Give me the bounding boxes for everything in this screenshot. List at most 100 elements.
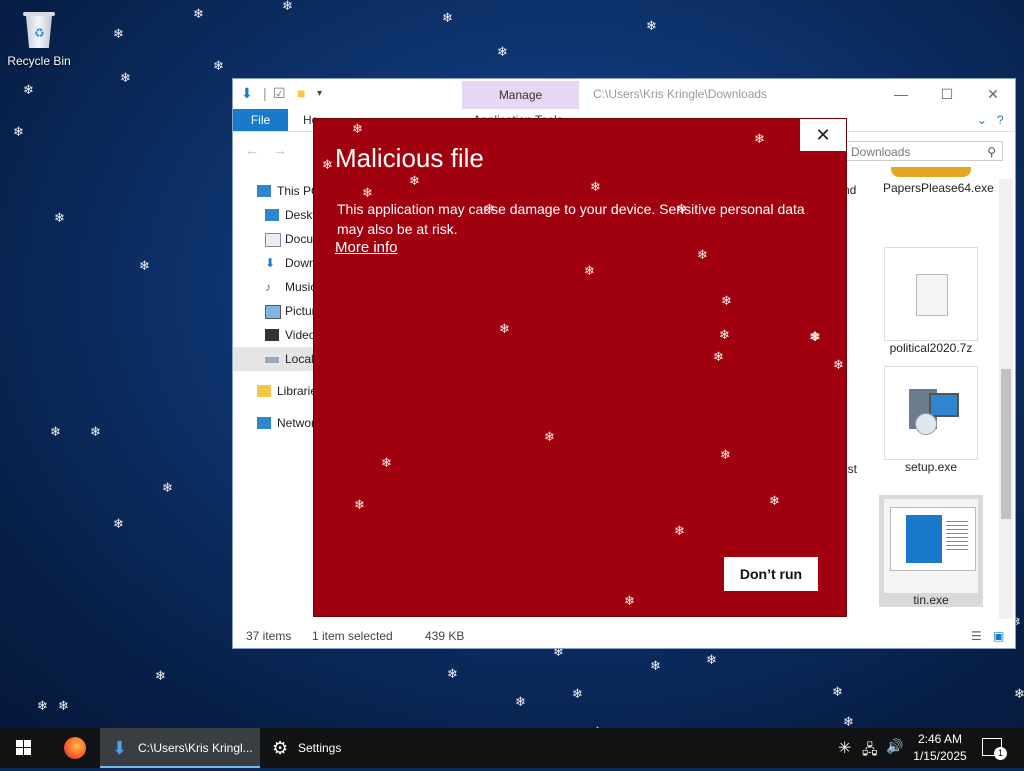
- snowflake-icon: ❄: [13, 125, 24, 140]
- snowflake-icon: ❄: [193, 7, 204, 22]
- maximize-button[interactable]: ☐: [933, 83, 961, 105]
- snowflake-icon: ❄: [442, 11, 453, 26]
- videos-icon: [265, 329, 279, 341]
- snowflake-icon: ❄: [832, 685, 843, 700]
- window-title: C:\Users\Kris Kringle\Downloads: [593, 87, 768, 101]
- app-window-icon: [884, 499, 978, 593]
- new-folder-icon[interactable]: ■: [297, 85, 305, 101]
- installer-icon: [884, 366, 978, 460]
- clock[interactable]: 2:46 AM 1/15/2025: [906, 731, 974, 765]
- recycle-bin-icon: ♻: [21, 8, 57, 50]
- details-view-icon[interactable]: ☰: [971, 624, 982, 648]
- snowflake-icon: ❄: [381, 456, 392, 471]
- recycle-bin[interactable]: ♻ Recycle Bin: [4, 6, 74, 68]
- snowflake-icon: ❄: [843, 715, 854, 728]
- vertical-scrollbar[interactable]: [999, 179, 1013, 619]
- snowflake-icon: ❄: [352, 122, 363, 137]
- snowflake-icon: ❄: [322, 158, 333, 173]
- nav-label: Music: [285, 280, 317, 294]
- snowflake-icon: ❄: [544, 430, 555, 445]
- large-icons-view-icon[interactable]: ▣: [993, 624, 1004, 648]
- snowflake-icon: ❄: [624, 594, 635, 609]
- snowflake-icon: ❄: [497, 45, 508, 60]
- search-placeholder: Downloads: [851, 145, 911, 159]
- computer-icon: [257, 185, 271, 197]
- recycle-bin-label: Recycle Bin: [7, 54, 71, 68]
- pictures-icon: [265, 305, 281, 319]
- dialog-message: This application may cause damage to you…: [337, 201, 805, 237]
- snowflake-icon: ❄: [590, 180, 601, 195]
- taskbar-file-explorer[interactable]: ⬇ C:\Users\Kris Kringl...: [100, 728, 260, 768]
- scrollbar-thumb[interactable]: [1001, 369, 1011, 519]
- snowflake-icon: ❄: [646, 19, 657, 34]
- desktop[interactable]: ❄ ❄ ❄ ❄ ❄ ❄ ❄ ❄ ❄ ❄ ❄ ❄ ❄ ❄ ❄ ❄ ❄ ❄ ❄ ❄ ❄ ❄ ❄ ❄ ❄ ❄ ❄ ❄ ❄ ❄ ♻ Recycle…: [0, 0, 1024, 728]
- file-name: tin.exe: [913, 593, 949, 607]
- snowflake-icon: ❄: [120, 71, 131, 86]
- taskbar-settings[interactable]: ⚙ Settings: [264, 728, 414, 768]
- notification-center-icon[interactable]: 1: [982, 738, 1007, 760]
- selection-size: 439 KB: [425, 629, 465, 643]
- snowflake-icon: ❄: [139, 259, 150, 274]
- disk-icon: [265, 357, 279, 363]
- taskbar-firefox[interactable]: [58, 728, 94, 768]
- snowflake-icon: ❄: [113, 27, 124, 42]
- clock-date: 1/15/2025: [913, 749, 967, 763]
- start-button[interactable]: [0, 728, 48, 768]
- minimize-button[interactable]: —: [887, 83, 915, 105]
- clock-time: 2:46 AM: [917, 732, 963, 746]
- file-tile[interactable]: political2020.7z: [883, 247, 979, 355]
- snowflake-icon: ❄: [113, 517, 124, 532]
- help-icon[interactable]: ?: [997, 113, 1004, 127]
- windows-logo-icon: [16, 740, 31, 755]
- snowflake-icon: ❄: [720, 448, 731, 463]
- file-tile[interactable]: setup.exe: [883, 366, 979, 474]
- file-tile[interactable]: PapersPlease64.exe: [883, 167, 994, 195]
- file-tile-selected[interactable]: tin.exe: [879, 495, 983, 607]
- back-icon[interactable]: ←: [245, 142, 259, 158]
- exe-icon: [891, 167, 971, 177]
- item-count: 37 items: [246, 629, 292, 643]
- network-tray-icon[interactable]: 🖧: [862, 739, 878, 763]
- taskbar: ⬇ C:\Users\Kris Kringl... ⚙ Settings ✳ 🖧…: [0, 728, 1024, 768]
- desktop-icon: [265, 209, 279, 221]
- snowflake-icon: ❄: [706, 653, 717, 668]
- status-bar: 37 items 1 item selected 439 KB ☰ ▣: [233, 624, 1015, 648]
- malicious-file-dialog: ✕ Malicious file This application may ca…: [313, 118, 847, 617]
- close-icon: ✕: [815, 125, 831, 145]
- snowflake-icon: ❄: [362, 186, 373, 201]
- snowflake-icon: ❄: [719, 328, 730, 343]
- snowflake-icon: ❄: [213, 59, 224, 74]
- file-name: PapersPlease64.exe: [883, 181, 994, 195]
- snowflake-icon: ❄: [162, 481, 173, 496]
- taskbar-label: C:\Users\Kris Kringl...: [138, 741, 253, 755]
- search-input[interactable]: Downloads ⚲: [846, 141, 1003, 161]
- snowflake-tray-icon[interactable]: ✳: [838, 738, 851, 758]
- snowflake-icon: ❄: [155, 669, 166, 684]
- snowflake-icon: ❄: [499, 322, 510, 337]
- forward-icon[interactable]: →: [273, 142, 287, 158]
- title-bar[interactable]: ⬇ | ☑ ■ ▾ Manage C:\Users\Kris Kringle\D…: [233, 79, 1015, 109]
- snowflake-icon: ❄: [833, 358, 844, 373]
- network-icon: [257, 417, 271, 429]
- gear-icon: ⚙: [272, 738, 289, 758]
- snowflake-icon: ❄: [409, 174, 420, 189]
- properties-icon[interactable]: ☑: [273, 85, 286, 102]
- file-name: political2020.7z: [889, 341, 973, 355]
- tab-manage[interactable]: Manage: [462, 81, 579, 109]
- volume-icon[interactable]: 🔊: [886, 738, 903, 755]
- snowflake-icon: ❄: [282, 0, 293, 14]
- file-name: setup.exe: [904, 460, 958, 474]
- taskbar-label: Settings: [298, 741, 342, 755]
- tab-file[interactable]: File: [233, 109, 288, 131]
- dont-run-button[interactable]: Don’t run: [724, 557, 818, 591]
- quick-access-dropdown-icon[interactable]: ▾: [317, 88, 322, 99]
- close-dialog-button[interactable]: ✕: [800, 119, 846, 151]
- libraries-icon: [257, 385, 271, 397]
- separator: |: [263, 85, 267, 101]
- close-window-button[interactable]: ✕: [979, 83, 1007, 105]
- more-info-link[interactable]: More info: [335, 239, 398, 256]
- snowflake-icon: ❄: [697, 248, 708, 263]
- search-icon: ⚲: [987, 145, 996, 159]
- ribbon-expand-icon[interactable]: ⌄: [977, 113, 987, 127]
- snowflake-icon: ❄: [484, 202, 495, 217]
